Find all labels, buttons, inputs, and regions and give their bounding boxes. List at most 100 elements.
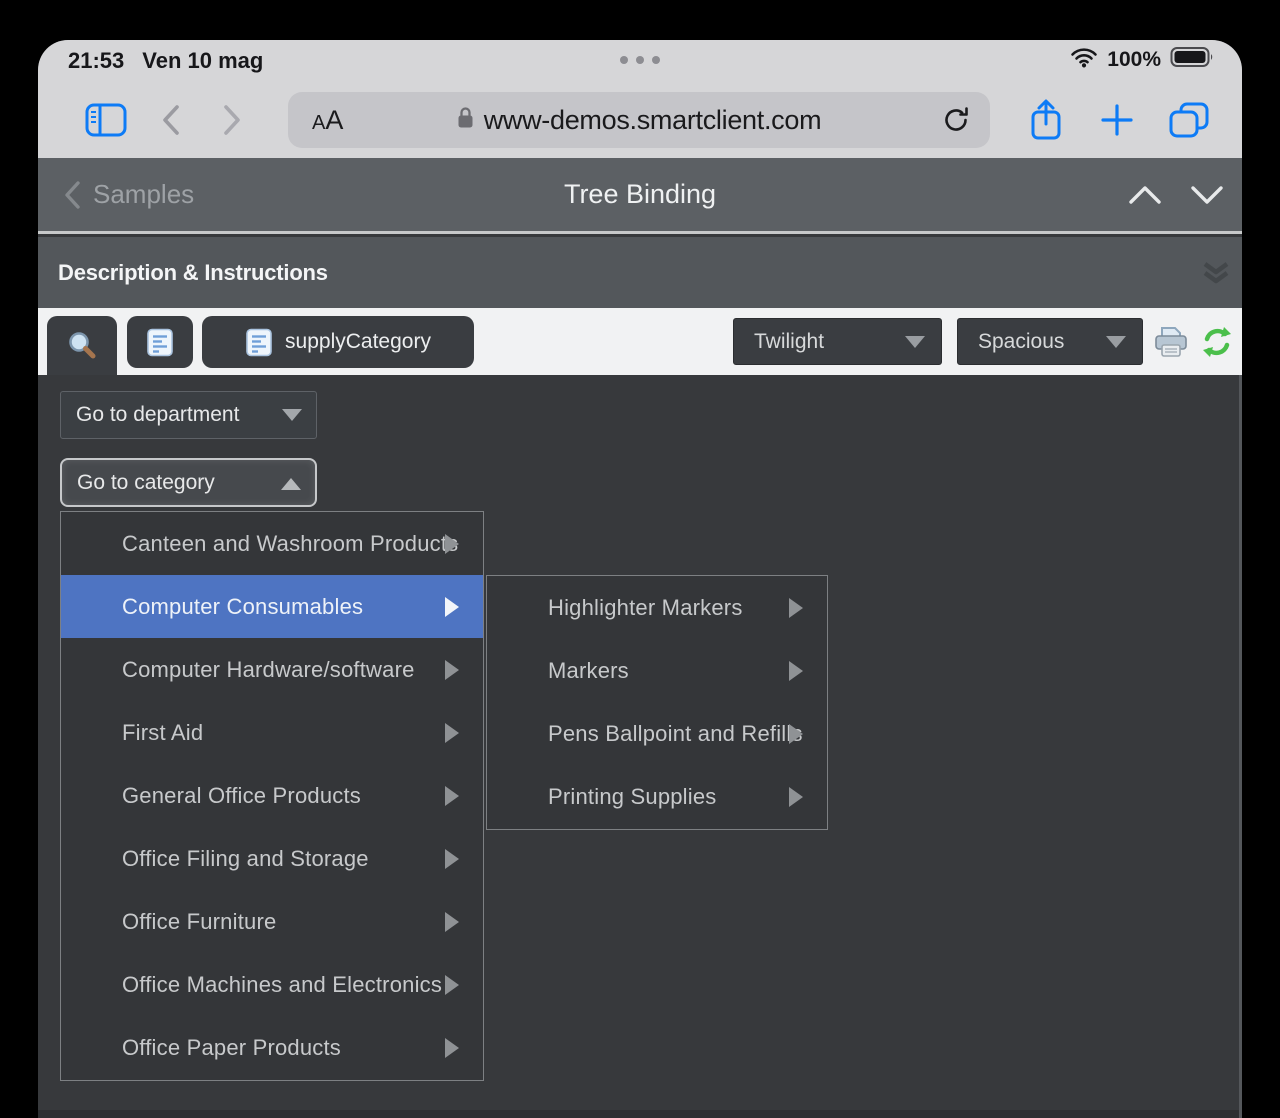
submenu-item[interactable]: Printing Supplies: [487, 766, 827, 829]
category-menu-item[interactable]: Office Filing and Storage: [61, 828, 483, 891]
sample-content: Go to department Go to category Canteen …: [38, 375, 1242, 1118]
density-dropdown-value: Spacious: [978, 319, 1064, 364]
tabs-icon: [1169, 102, 1209, 138]
submenu-item[interactable]: Markers: [487, 639, 827, 702]
printer-icon: [1152, 325, 1190, 359]
magnifier-icon: [66, 330, 98, 362]
go-to-department-button[interactable]: Go to department: [60, 391, 317, 439]
submenu-item[interactable]: Pens Ballpoint and Refills: [487, 703, 827, 766]
chevron-down-icon: [905, 336, 925, 348]
battery-icon: [1170, 46, 1216, 74]
menu-item-label: First Aid: [122, 720, 203, 746]
description-title: Description & Instructions: [58, 237, 328, 308]
safari-chrome: 21:53 Ven 10 mag 100%: [38, 40, 1242, 158]
next-sample-button[interactable]: [1190, 185, 1224, 210]
submenu-arrow-icon: [789, 598, 803, 618]
browser-toolbar: AA www-demos.smartclient.com: [38, 82, 1242, 158]
refresh-icon: [1200, 325, 1234, 359]
document-icon: [245, 327, 273, 358]
submenu-arrow-icon: [445, 975, 459, 995]
menu-item-label: Printing Supplies: [548, 784, 717, 810]
sidebar-toggle-button[interactable]: [78, 82, 134, 158]
menu-item-label: Computer Hardware/software: [122, 657, 415, 683]
menu-item-label: Office Machines and Electronics: [122, 972, 442, 998]
submenu-arrow-icon: [445, 912, 459, 932]
back-button[interactable]: [150, 82, 190, 158]
print-button[interactable]: [1152, 325, 1190, 364]
document-icon: [146, 327, 174, 358]
collapse-chevron-icon[interactable]: [1200, 259, 1232, 292]
bottom-edge: [38, 1110, 1239, 1118]
category-menu-item[interactable]: Computer Consumables: [61, 575, 483, 638]
chevron-right-icon: [223, 104, 242, 136]
menu-item-label: General Office Products: [122, 783, 361, 809]
description-section-header[interactable]: Description & Instructions: [38, 237, 1242, 308]
menu-item-label: Pens Ballpoint and Refills: [548, 721, 803, 747]
url-text: www-demos.smartclient.com: [484, 105, 822, 136]
previous-sample-button[interactable]: [1128, 185, 1162, 210]
category-menu-item[interactable]: First Aid: [61, 701, 483, 764]
tab-label: supplyCategory: [285, 330, 431, 354]
chevron-down-icon: [1190, 185, 1224, 205]
submenu-arrow-icon: [789, 787, 803, 807]
menu-item-label: Canteen and Washroom Products: [122, 531, 458, 557]
menu-item-label: Office Filing and Storage: [122, 846, 369, 872]
submenu-arrow-icon: [445, 849, 459, 869]
reload-icon: [942, 106, 970, 134]
submenu-arrow-icon: [445, 723, 459, 743]
lock-icon: [457, 106, 474, 134]
skin-dropdown-value: Twilight: [754, 319, 824, 364]
tabs-overview-button[interactable]: [1166, 82, 1212, 158]
button-label: Go to category: [77, 460, 215, 505]
plus-icon: [1099, 102, 1135, 138]
chevron-up-icon: [1128, 185, 1162, 205]
tab-source[interactable]: [127, 316, 193, 368]
submenu-item[interactable]: Highlighter Markers: [487, 576, 827, 639]
submenu-arrow-icon: [445, 534, 459, 554]
category-menu-item[interactable]: General Office Products: [61, 764, 483, 827]
category-menu-item[interactable]: Canteen and Washroom Products: [61, 512, 483, 575]
multitasking-dots-icon: [620, 56, 660, 64]
tab-search[interactable]: [47, 316, 117, 375]
address-bar[interactable]: AA www-demos.smartclient.com: [288, 92, 990, 148]
category-menu-item[interactable]: Office Furniture: [61, 891, 483, 954]
density-dropdown[interactable]: Spacious: [957, 318, 1143, 365]
category-submenu: Highlighter Markers Markers Pens Ballpoint…: [486, 575, 828, 830]
category-menu-item[interactable]: Office Paper Products: [61, 1017, 483, 1080]
ipad-screen: 21:53 Ven 10 mag 100%: [38, 40, 1242, 1118]
battery-percent: 100%: [1107, 48, 1161, 72]
submenu-arrow-icon: [445, 1038, 459, 1058]
skin-dropdown[interactable]: Twilight: [733, 318, 942, 365]
refresh-button[interactable]: [1200, 325, 1234, 364]
menu-item-label: Markers: [548, 658, 629, 684]
reload-button[interactable]: [942, 106, 970, 139]
forward-button[interactable]: [212, 82, 252, 158]
date: Ven 10 mag: [142, 48, 263, 74]
sample-page-header: Samples Tree Binding: [38, 158, 1242, 234]
category-menu-item[interactable]: Computer Hardware/software: [61, 638, 483, 701]
share-icon: [1028, 97, 1064, 143]
chevron-up-icon: [281, 478, 301, 490]
chevron-down-icon: [1106, 336, 1126, 348]
go-to-category-button[interactable]: Go to category: [60, 458, 317, 507]
share-button[interactable]: [1024, 82, 1068, 158]
chevron-left-icon: [161, 104, 180, 136]
menu-item-label: Office Furniture: [122, 909, 276, 935]
tab-supply-category[interactable]: supplyCategory: [202, 316, 474, 368]
menu-item-label: Computer Consumables: [122, 594, 363, 620]
new-tab-button[interactable]: [1095, 82, 1139, 158]
menu-item-label: Office Paper Products: [122, 1035, 341, 1061]
sidebar-icon: [85, 103, 127, 137]
button-label: Go to department: [76, 392, 239, 438]
clock: 21:53: [68, 48, 124, 74]
submenu-arrow-icon: [445, 786, 459, 806]
submenu-arrow-icon: [445, 597, 459, 617]
status-bar: 21:53 Ven 10 mag 100%: [38, 40, 1242, 82]
sample-toolbar: supplyCategory Twilight Spacious: [38, 308, 1242, 375]
submenu-arrow-icon: [789, 661, 803, 681]
category-menu-item[interactable]: Office Machines and Electronics: [61, 954, 483, 1017]
submenu-arrow-icon: [445, 660, 459, 680]
wifi-icon: [1070, 47, 1098, 74]
page-title: Tree Binding: [38, 158, 1242, 231]
menu-item-label: Highlighter Markers: [548, 595, 743, 621]
